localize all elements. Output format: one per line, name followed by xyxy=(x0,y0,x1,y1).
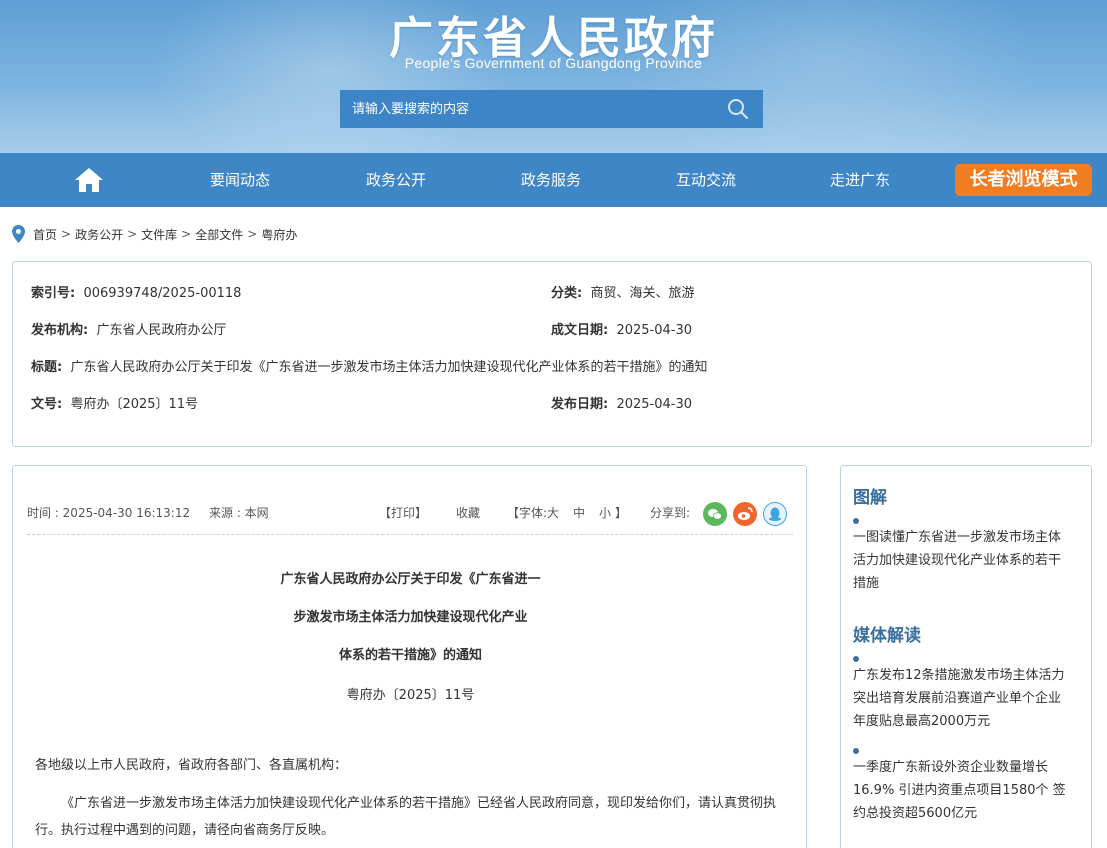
salutation: 各地级以上市人民政府，省政府各部门、各直属机构： xyxy=(35,758,348,773)
nav-home-button[interactable] xyxy=(72,166,106,194)
meta-published-date: 发布日期: 2025-04-30 xyxy=(551,393,692,412)
font-large-button[interactable]: 大 xyxy=(547,504,559,521)
location-pin-icon xyxy=(12,225,25,243)
sidebar-heading-media: 媒体解读 xyxy=(853,626,921,646)
meta-published-value: 2025-04-30 xyxy=(616,397,693,412)
meta-title-value: 广东省人民政府办公厅关于印发《广东省进一步激发市场主体活力加快建设现代化产业体系… xyxy=(70,360,708,375)
meta-doc-number: 文号: 粤府办〔2025〕11号 xyxy=(31,393,198,412)
search-button[interactable] xyxy=(713,90,763,128)
body-paragraph: 《广东省进一步激发市场主体活力加快建设现代化产业体系的若干措施》已经省人民政府同… xyxy=(35,796,777,838)
breadcrumb-file-library[interactable]: 文件库 xyxy=(141,226,177,243)
breadcrumb-all-files[interactable]: 全部文件 xyxy=(195,226,243,243)
meta-published-label: 发布日期: xyxy=(551,397,609,412)
font-size-label: 【字体: xyxy=(507,506,548,520)
meta-index: 索引号: 006939748/2025-00118 xyxy=(31,282,241,301)
breadcrumb-current[interactable]: 粤府办 xyxy=(261,226,297,243)
document-title-line-1: 广东省人民政府办公厅关于印发《广东省进一 xyxy=(280,572,541,587)
font-small-button[interactable]: 小 xyxy=(599,504,611,521)
qq-icon[interactable] xyxy=(763,502,787,526)
favorite-button[interactable]: 收藏 xyxy=(456,504,480,521)
article-time: 时间 : 2025-04-30 16:13:12 xyxy=(27,506,191,520)
meta-docno-value: 粤府办〔2025〕11号 xyxy=(70,397,199,412)
meta-category-value: 商贸、海关、旅游 xyxy=(590,286,695,301)
nav-item-interaction[interactable]: 互动交流 xyxy=(676,153,736,207)
meta-category-label: 分类: xyxy=(551,286,583,301)
header-banner: 广东省人民政府 People's Government of Guangdong… xyxy=(0,0,1107,153)
sidebar-link-infographic[interactable]: 一图读懂广东省进一步激发市场主体活力加快建设现代化产业体系的若干措施 xyxy=(853,526,1071,595)
meta-docno-label: 文号: xyxy=(31,397,63,412)
breadcrumb-separator: > xyxy=(61,227,72,241)
breadcrumb-home[interactable]: 首页 xyxy=(33,226,57,243)
toolbar-divider xyxy=(27,534,793,535)
breadcrumb-gov-affairs[interactable]: 政务公开 xyxy=(75,226,123,243)
share-label: 分享到: xyxy=(650,506,691,520)
meta-written-date: 成文日期: 2025-04-30 xyxy=(551,319,692,338)
document-title-line-3: 体系的若干措施》的通知 xyxy=(338,648,482,663)
home-icon xyxy=(75,168,103,192)
search-input[interactable] xyxy=(340,90,713,128)
meta-issuer: 发布机构: 广东省人民政府办公厅 xyxy=(31,319,226,338)
meta-title: 标题: 广东省人民政府办公厅关于印发《广东省进一步激发市场主体活力加快建设现代化… xyxy=(31,356,707,375)
sidebar-link-media-2[interactable]: 一季度广东新设外资企业数量增长16.9% 引进内资重点项目1580个 签约总投资… xyxy=(853,756,1071,825)
article-panel: 时间 : 2025-04-30 16:13:12 来源 : 本网 【打印】 收藏… xyxy=(12,465,807,848)
article-source: 来源 : 本网 xyxy=(209,506,269,520)
breadcrumb-separator: > xyxy=(247,227,258,241)
font-size-close: 】 xyxy=(615,506,628,520)
bullet-icon xyxy=(853,518,859,524)
search-icon xyxy=(728,99,749,120)
search-box xyxy=(340,90,763,128)
bullet-icon xyxy=(853,748,859,754)
nav-item-news[interactable]: 要闻动态 xyxy=(210,153,270,207)
nav-item-about-guangdong[interactable]: 走进广东 xyxy=(830,153,890,207)
sidebar-link-media-1[interactable]: 广东发布12条措施激发市场主体活力 突出培育发展前沿赛道产业单个企业年度贴息最高… xyxy=(853,664,1071,733)
elder-mode-button[interactable]: 长者浏览模式 xyxy=(955,164,1092,196)
meta-title-label: 标题: xyxy=(31,360,63,375)
document-meta-box: 索引号: 006939748/2025-00118 分类: 商贸、海关、旅游 发… xyxy=(12,261,1092,447)
meta-issuer-label: 发布机构: xyxy=(31,323,89,338)
meta-index-label: 索引号: xyxy=(31,286,76,301)
breadcrumb-separator: > xyxy=(127,227,138,241)
meta-written-label: 成文日期: xyxy=(551,323,609,338)
nav-item-gov-affairs[interactable]: 政务公开 xyxy=(366,153,426,207)
related-sidebar: 图解 一图读懂广东省进一步激发市场主体活力加快建设现代化产业体系的若干措施 媒体… xyxy=(840,465,1092,848)
site-subtitle: People's Government of Guangdong Provinc… xyxy=(404,55,703,71)
article-toolbar: 时间 : 2025-04-30 16:13:12 来源 : 本网 【打印】 收藏… xyxy=(27,502,793,526)
wechat-icon[interactable] xyxy=(703,502,727,526)
nav-item-gov-services[interactable]: 政务服务 xyxy=(521,153,581,207)
meta-index-value: 006939748/2025-00118 xyxy=(83,286,242,301)
font-medium-button[interactable]: 中 xyxy=(573,504,585,521)
bullet-icon xyxy=(853,656,859,662)
breadcrumb-separator: > xyxy=(181,227,192,241)
meta-issuer-value: 广东省人民政府办公厅 xyxy=(96,323,227,338)
meta-written-value: 2025-04-30 xyxy=(616,323,693,338)
meta-category: 分类: 商贸、海关、旅游 xyxy=(551,282,694,301)
document-title-line-2: 步激发市场主体活力加快建设现代化产业 xyxy=(293,610,528,625)
document-number: 粤府办〔2025〕11号 xyxy=(346,688,475,703)
sidebar-heading-infographic: 图解 xyxy=(853,488,887,508)
print-button[interactable]: 【打印】 xyxy=(379,504,427,521)
main-nav: 要闻动态 政务公开 政务服务 互动交流 走进广东 长者浏览模式 xyxy=(0,153,1107,207)
weibo-icon[interactable] xyxy=(733,502,757,526)
breadcrumb: 首页 > 政务公开 > 文件库 > 全部文件 > 粤府办 xyxy=(12,224,297,244)
